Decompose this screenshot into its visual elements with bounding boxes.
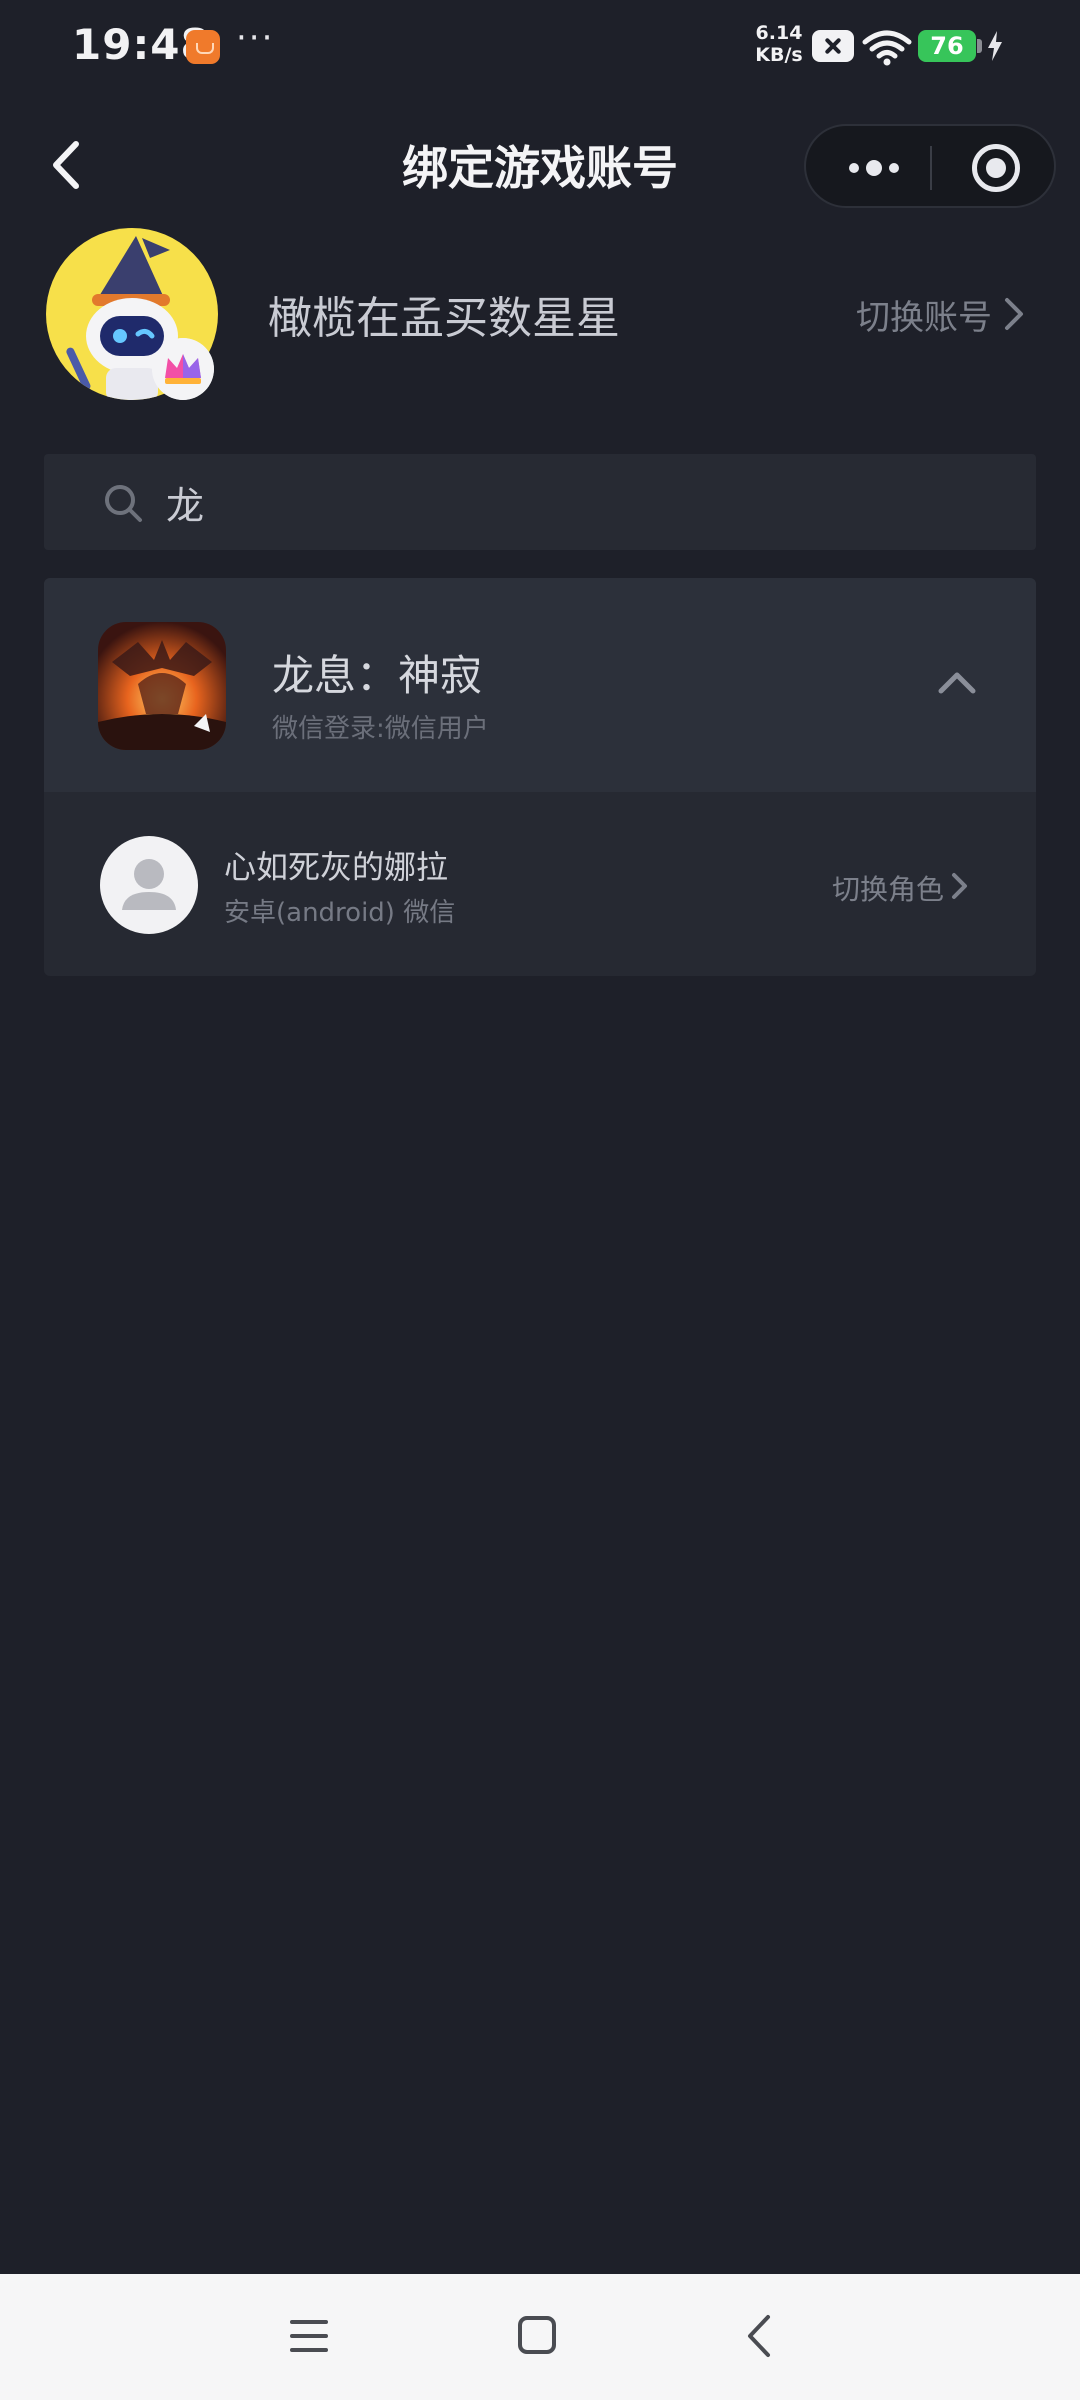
home-icon[interactable] <box>518 2316 556 2354</box>
close-box-icon <box>812 30 854 62</box>
search-input[interactable] <box>166 474 1006 530</box>
chevron-right-icon[interactable] <box>1002 294 1026 334</box>
role-name: 心如死灰的娜拉 <box>224 848 449 886</box>
status-more-text: ··· <box>236 18 275 58</box>
charging-bolt-icon <box>988 31 1002 61</box>
game-name: 龙息：神寂 <box>272 651 483 700</box>
chevron-right-icon[interactable] <box>950 870 970 902</box>
status-bar: 19:48 ··· 6.14 KB/s 76 <box>0 0 1080 96</box>
network-speed-unit: KB/s <box>755 44 803 66</box>
search-icon <box>105 485 142 522</box>
battery-icon: 76 <box>918 30 976 62</box>
network-speed-value: 6.14 <box>755 22 803 44</box>
target-circle-icon[interactable] <box>972 144 1020 192</box>
system-nav-bar <box>0 2274 1080 2400</box>
chevron-up-icon[interactable] <box>936 668 978 696</box>
role-platform: 安卓(android) 微信 <box>224 898 456 928</box>
switch-account-link[interactable]: 切换账号 <box>856 290 992 339</box>
screen: 19:48 ··· 6.14 KB/s 76 绑定游戏账号 橄榄在孟买数星星 切… <box>0 0 1080 2400</box>
dragon-game-art-icon <box>98 622 226 750</box>
wifi-icon <box>862 30 912 66</box>
search-box[interactable] <box>44 454 1036 550</box>
role-avatar <box>100 836 198 934</box>
battery-tip <box>977 39 982 53</box>
mini-program-capsule <box>804 124 1056 208</box>
switch-role-link[interactable]: 切换角色 <box>832 868 944 908</box>
back-arrow-icon[interactable] <box>40 130 100 200</box>
back-icon[interactable] <box>744 2312 774 2360</box>
game-card: 龙息：神寂 微信登录:微信用户 心如死灰的娜拉 安卓(android) 微信 切… <box>44 578 1036 976</box>
default-user-icon <box>122 859 176 910</box>
network-speed: 6.14 KB/s <box>754 22 804 66</box>
crown-badge-icon <box>152 338 214 400</box>
more-dots-icon[interactable] <box>844 148 904 188</box>
menu-icon[interactable] <box>288 2316 330 2356</box>
game-header[interactable]: 龙息：神寂 微信登录:微信用户 <box>44 578 1036 792</box>
game-icon <box>98 622 226 750</box>
game-login-info: 微信登录:微信用户 <box>272 714 489 744</box>
profile-name: 橄榄在孟买数星星 <box>268 293 620 344</box>
page-title: 绑定游戏账号 <box>402 141 678 195</box>
capsule-divider <box>930 146 932 190</box>
app-notification-icon <box>186 30 220 64</box>
role-item[interactable]: 心如死灰的娜拉 安卓(android) 微信 切换角色 <box>44 792 1036 976</box>
